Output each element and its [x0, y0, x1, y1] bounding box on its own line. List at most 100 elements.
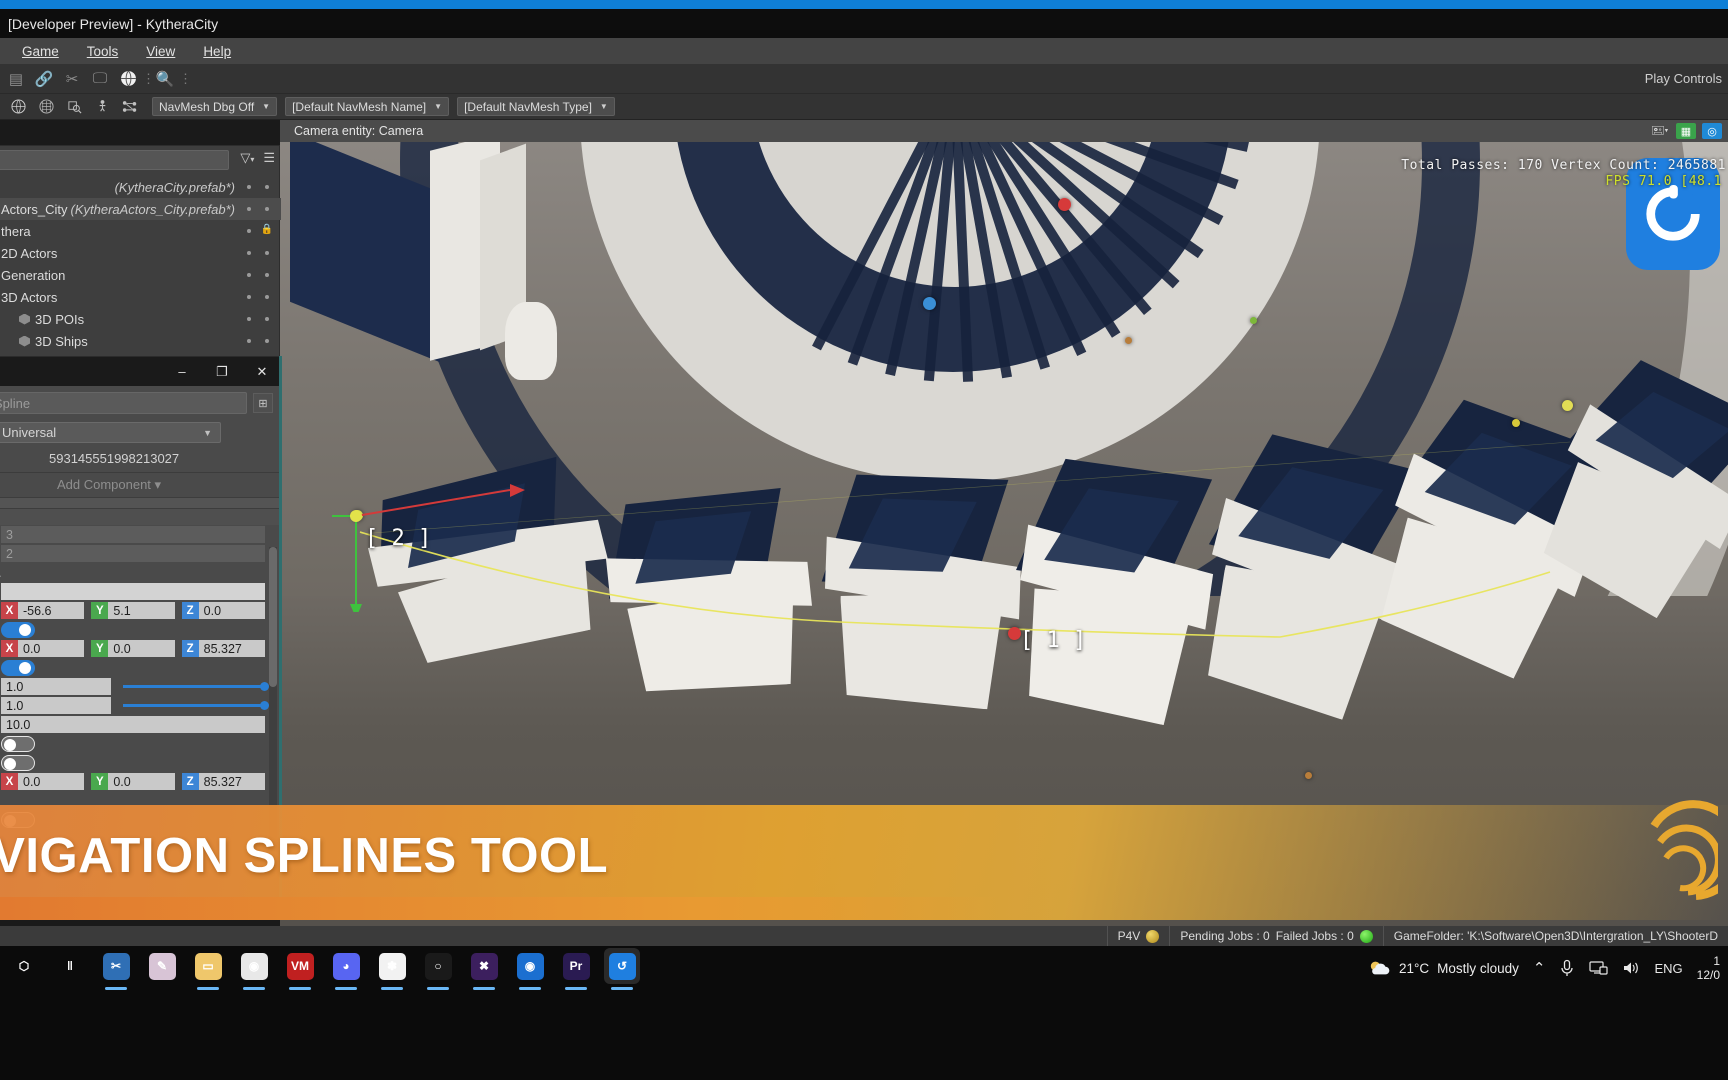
vector-component-y[interactable]: Y 5.1	[91, 602, 175, 619]
play-controls-label[interactable]: Play Controls	[1645, 71, 1728, 86]
grid-toggle-icon[interactable]: ▦	[1676, 123, 1696, 139]
navmesh-debug-combo[interactable]: NavMesh Dbg Off ▼	[152, 97, 278, 116]
axis-value-z[interactable]: 0.0	[198, 602, 265, 619]
property-toggle[interactable]	[1, 659, 35, 676]
chevron-up-icon[interactable]: ⌃	[1533, 959, 1546, 977]
task-view-icon[interactable]: ‖	[52, 948, 88, 984]
property-slider-value[interactable]: 1.0	[1, 678, 111, 695]
navmesh-grid-icon[interactable]	[32, 94, 60, 120]
open3d-icon[interactable]: ↺	[604, 948, 640, 990]
outliner-row[interactable]: Generation	[0, 264, 281, 286]
link-icon[interactable]: 🔗	[30, 66, 58, 92]
outliner-row[interactable]: 3D Actors	[0, 286, 281, 308]
chrome-icon[interactable]: ◉	[236, 948, 272, 990]
lock-toggle-icon[interactable]	[265, 251, 269, 255]
navmesh-type-combo[interactable]: [Default NavMesh Type] ▼	[457, 97, 615, 116]
lock-toggle-icon[interactable]	[265, 207, 269, 211]
globe-icon[interactable]	[114, 66, 142, 92]
picker-icon[interactable]: ⊞	[253, 393, 273, 413]
visibility-toggle-icon[interactable]	[247, 251, 251, 255]
file-icon[interactable]: ▤	[2, 66, 30, 92]
language-indicator[interactable]: ENG	[1654, 961, 1682, 976]
vector-component-x[interactable]: X 0.0	[1, 773, 85, 790]
hamburger-icon[interactable]: ☰	[263, 150, 275, 166]
visibility-toggle-icon[interactable]	[247, 207, 251, 211]
lock-toggle-icon[interactable]	[265, 295, 269, 299]
lock-toggle-icon[interactable]	[265, 317, 269, 321]
spline-node-3[interactable]	[923, 297, 936, 310]
visibility-toggle-icon[interactable]	[247, 229, 251, 233]
outliner-row[interactable]: 2D Actors	[0, 242, 281, 264]
snap-toggle-icon[interactable]: ◎	[1702, 123, 1722, 139]
axis-value-x[interactable]: 0.0	[18, 640, 85, 657]
slider-knob[interactable]	[260, 682, 269, 691]
axis-value-z[interactable]: 85.327	[198, 640, 265, 657]
scrollbar-thumb[interactable]	[269, 547, 277, 687]
snipping-tool-icon[interactable]: ✂	[98, 948, 134, 990]
paint-icon[interactable]: ✎	[144, 948, 180, 984]
property-toggle[interactable]	[1, 735, 35, 752]
maximize-button[interactable]: ❐	[211, 362, 233, 382]
vector-component-x[interactable]: X 0.0	[1, 640, 85, 657]
menu-help[interactable]: Help	[189, 41, 245, 62]
camera-switch-icon[interactable]: 🖭▾	[1650, 123, 1670, 139]
axis-value-z[interactable]: 85.327	[198, 773, 265, 790]
property-number-input[interactable]: 10.0	[1, 716, 265, 733]
axis-value-y[interactable]: 0.0	[108, 640, 175, 657]
visibility-toggle-icon[interactable]	[247, 339, 251, 343]
navmesh-graph-icon[interactable]	[116, 94, 144, 120]
vector-component-y[interactable]: Y 0.0	[91, 640, 175, 657]
network-icon[interactable]	[1589, 960, 1609, 976]
property-toggle[interactable]	[1, 754, 35, 771]
property-slider[interactable]	[123, 678, 269, 695]
weather-widget[interactable]: 21°C Mostly cloudy	[1369, 959, 1519, 977]
navmesh-agent-icon[interactable]	[88, 94, 116, 120]
microphone-icon[interactable]	[1559, 959, 1575, 977]
property-slider-value[interactable]: 1.0	[1, 697, 111, 714]
navmesh-globe-icon[interactable]	[4, 94, 32, 120]
outliner-row[interactable]: Actors_City (KytheraActors_City.prefab*)	[0, 198, 281, 220]
add-component-button[interactable]: Add Component ▾	[0, 473, 279, 497]
lock-toggle-icon[interactable]	[265, 339, 269, 343]
navmesh-name-combo[interactable]: [Default NavMesh Name] ▼	[285, 97, 450, 116]
spline-node-0[interactable]	[1058, 198, 1071, 211]
outliner-search-input[interactable]	[0, 150, 229, 170]
close-button[interactable]: ✕	[251, 362, 273, 382]
entity-name-input[interactable]: _DemoSpline	[0, 392, 247, 414]
lock-icon[interactable]: 🔒	[261, 224, 273, 235]
vector-component-z[interactable]: Z 85.327	[181, 773, 265, 790]
visibility-toggle-icon[interactable]	[247, 295, 251, 299]
outliner-row[interactable]: (KytheraCity.prefab*)	[0, 176, 281, 198]
visibility-toggle-icon[interactable]	[247, 185, 251, 189]
file-explorer-icon[interactable]: ▭	[190, 948, 226, 990]
axis-value-x[interactable]: -56.6	[18, 602, 85, 619]
axis-value-y[interactable]: 5.1	[108, 602, 175, 619]
minimize-button[interactable]: –	[171, 362, 193, 382]
vector-component-y[interactable]: Y 0.0	[91, 773, 175, 790]
outliner-row[interactable]: 3D Ships	[0, 330, 281, 352]
clock-widget[interactable]: 1 12/0	[1697, 954, 1720, 982]
outliner-row[interactable]: thera 🔒	[0, 220, 281, 242]
menu-tools[interactable]: Tools	[73, 41, 133, 62]
p4v-status[interactable]: P4V	[1106, 926, 1170, 946]
discord-icon[interactable]: ◕	[328, 948, 364, 990]
scissors-icon[interactable]: ✂	[58, 66, 86, 92]
menu-game[interactable]: Game	[8, 41, 73, 62]
visual-studio-icon[interactable]: ✖	[466, 948, 502, 990]
navmesh-inspect-icon[interactable]	[60, 94, 88, 120]
property-slider[interactable]	[123, 697, 269, 714]
volume-icon[interactable]	[1622, 960, 1640, 976]
slider-knob[interactable]	[260, 701, 269, 710]
premiere-icon[interactable]: Pr	[558, 948, 594, 990]
visibility-toggle-icon[interactable]	[247, 273, 251, 277]
filter-icon[interactable]: ▽▾	[240, 150, 254, 166]
lock-toggle-icon[interactable]	[265, 185, 269, 189]
property-text-input[interactable]	[1, 583, 265, 600]
vector-component-z[interactable]: Z 0.0	[181, 602, 265, 619]
property-toggle[interactable]	[1, 621, 35, 638]
obs-icon[interactable]: ○	[420, 948, 456, 990]
status-combo[interactable]: Universal ▼	[0, 422, 221, 443]
lock-toggle-icon[interactable]	[265, 273, 269, 277]
vector-component-z[interactable]: Z 85.327	[181, 640, 265, 657]
axis-value-y[interactable]: 0.0	[108, 773, 175, 790]
